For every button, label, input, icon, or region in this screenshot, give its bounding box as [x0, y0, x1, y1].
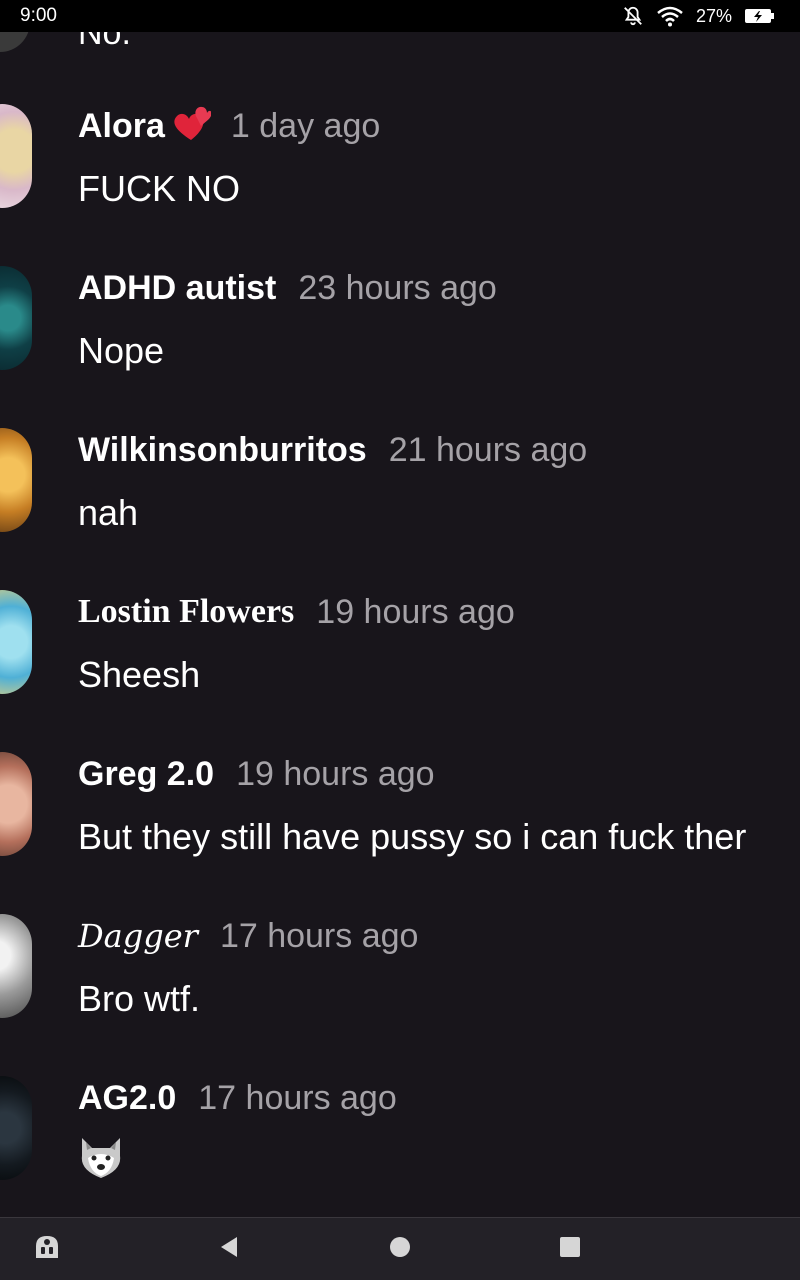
- comment-time: 17 hours ago: [219, 916, 419, 955]
- comment-time: 1 day ago: [230, 106, 381, 145]
- assistant-icon: [32, 1232, 62, 1267]
- notifications-muted-icon: [622, 5, 644, 27]
- comment-meta: Greg 2.0 19 hours ago: [78, 752, 435, 796]
- avatar[interactable]: [0, 590, 32, 694]
- two-hearts-icon: [167, 104, 212, 149]
- assistant-button[interactable]: [30, 1232, 64, 1266]
- comment-text: Bro wtf.: [78, 978, 201, 1019]
- comment-item[interactable]: Dagger 17 hours ago Bro wtf.: [0, 914, 800, 1074]
- comment-meta: Alora 1 day ago: [78, 104, 380, 148]
- comment-author[interactable]: AG2.0: [78, 1079, 176, 1118]
- back-button[interactable]: [212, 1232, 246, 1266]
- avatar[interactable]: [0, 32, 30, 52]
- avatar[interactable]: [0, 914, 32, 1018]
- comment-author[interactable]: Wilkinsonburritos: [78, 431, 367, 470]
- comment-text: FUCK NO: [78, 168, 240, 209]
- comment-text: No.: [78, 32, 131, 52]
- home-button[interactable]: [383, 1232, 417, 1266]
- comment-meta: Wilkinsonburritos 21 hours ago: [78, 428, 587, 472]
- avatar[interactable]: [0, 266, 32, 370]
- comment-meta: AG2.0 17 hours ago: [78, 1076, 397, 1120]
- comment-time: 19 hours ago: [316, 592, 515, 631]
- home-icon: [389, 1236, 411, 1263]
- battery-charging-icon: [744, 7, 776, 25]
- status-time: 9:00: [20, 5, 57, 26]
- comment-time: 19 hours ago: [236, 754, 435, 793]
- wifi-icon: [656, 5, 684, 27]
- comment-author[interactable]: Alora: [78, 107, 165, 146]
- recents-icon: [559, 1236, 581, 1263]
- recents-button[interactable]: [553, 1232, 587, 1266]
- navigation-bar: [0, 1217, 800, 1280]
- comment-item[interactable]: Lostin Flowers 19 hours ago Sheesh: [0, 590, 800, 750]
- comment-meta: Dagger 17 hours ago: [78, 914, 418, 958]
- status-bar: 9:00 27%: [0, 0, 800, 32]
- comment-item[interactable]: Alora 1 day ago FUCK NO: [0, 104, 800, 264]
- comment-time: 21 hours ago: [388, 430, 588, 469]
- avatar[interactable]: [0, 1076, 32, 1180]
- comment-author[interactable]: Greg 2.0: [78, 755, 214, 794]
- comment-time: 17 hours ago: [198, 1078, 397, 1117]
- avatar[interactable]: [0, 104, 32, 208]
- comment-text: Nope: [78, 330, 165, 371]
- comment-item[interactable]: AG2.0 17 hours ago: [0, 1076, 800, 1217]
- wolf-icon: [78, 1136, 124, 1180]
- avatar[interactable]: [0, 428, 32, 532]
- comment-item[interactable]: ADHD autist 23 hours ago Nope: [0, 266, 800, 426]
- comment-time: 23 hours ago: [298, 268, 497, 307]
- comment-author[interactable]: Lostin Flowers: [78, 593, 294, 631]
- status-icons: 27%: [622, 4, 776, 28]
- comment-author[interactable]: Dagger: [78, 917, 198, 955]
- comment-item[interactable]: Wilkinsonburritos 21 hours ago nah: [0, 428, 800, 588]
- comment-item[interactable]: Greg 2.0 19 hours ago But they still hav…: [0, 752, 800, 912]
- comment-feed[interactable]: No. Alora 1 day ago FUCK NO ADHD autist: [0, 32, 800, 1217]
- comment-text: nah: [78, 492, 139, 533]
- comment-meta: ADHD autist 23 hours ago: [78, 266, 497, 310]
- screen: 9:00 27% No. Alora 1 day ago FUCK NO ADH…: [0, 0, 800, 1280]
- comment-text: But they still have pussy so i can fuck …: [78, 816, 747, 857]
- back-icon: [217, 1235, 241, 1264]
- comment-text: Sheesh: [78, 654, 201, 695]
- comment-author[interactable]: ADHD autist: [78, 269, 276, 308]
- comment-meta: Lostin Flowers 19 hours ago: [78, 590, 515, 634]
- avatar[interactable]: [0, 752, 32, 856]
- battery-percent: 27%: [695, 5, 732, 26]
